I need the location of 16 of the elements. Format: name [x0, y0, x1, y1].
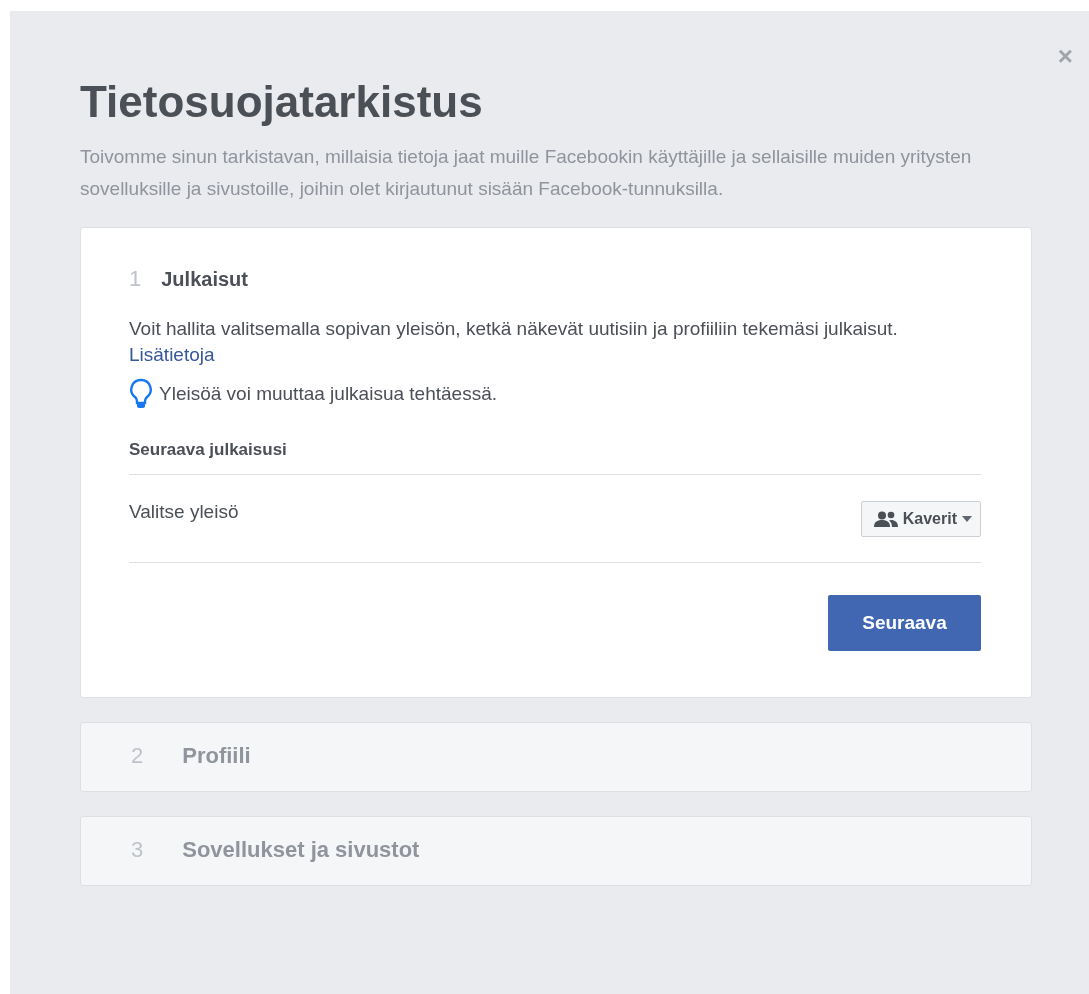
- tip-text: Yleisöä voi muuttaa julkaisua tehtäessä.: [159, 383, 497, 405]
- section-heading: Seuraava julkaisusi: [129, 440, 981, 475]
- dialog-description: Toivomme sinun tarkistavan, millaisia tietoja jaat muille Facebookin käyttäjille ja sellaisille muiden yritysten sovelluksille ja sivustoille, joihin olet kirjautunut sisään Facebook-tunnuksilla.: [80, 145, 973, 201]
- next-button[interactable]: Seuraava: [828, 595, 981, 651]
- step-description: Voit hallita valitsemalla sopivan yleisön, ketkä näkevät uutisiin ja profiiliin tekemäsi julkaisut. Lisätietoja: [129, 317, 899, 367]
- setting-label: Valitse yleisö: [129, 501, 239, 523]
- step-title[interactable]: Sovellukset ja sivustot: [182, 837, 420, 863]
- step-number: 1: [129, 266, 142, 292]
- audience-dropdown[interactable]: Kaverit: [860, 501, 981, 537]
- dialog-title: Tietosuojatarkistus: [80, 77, 484, 127]
- caret-icon: [962, 516, 972, 522]
- lightbulb-icon: [129, 378, 153, 410]
- step-title[interactable]: Profiili: [182, 743, 251, 769]
- step-title[interactable]: Julkaisut: [161, 267, 248, 291]
- people-icon: [873, 511, 898, 527]
- learn-more-link[interactable]: Lisätietoja: [129, 344, 215, 365]
